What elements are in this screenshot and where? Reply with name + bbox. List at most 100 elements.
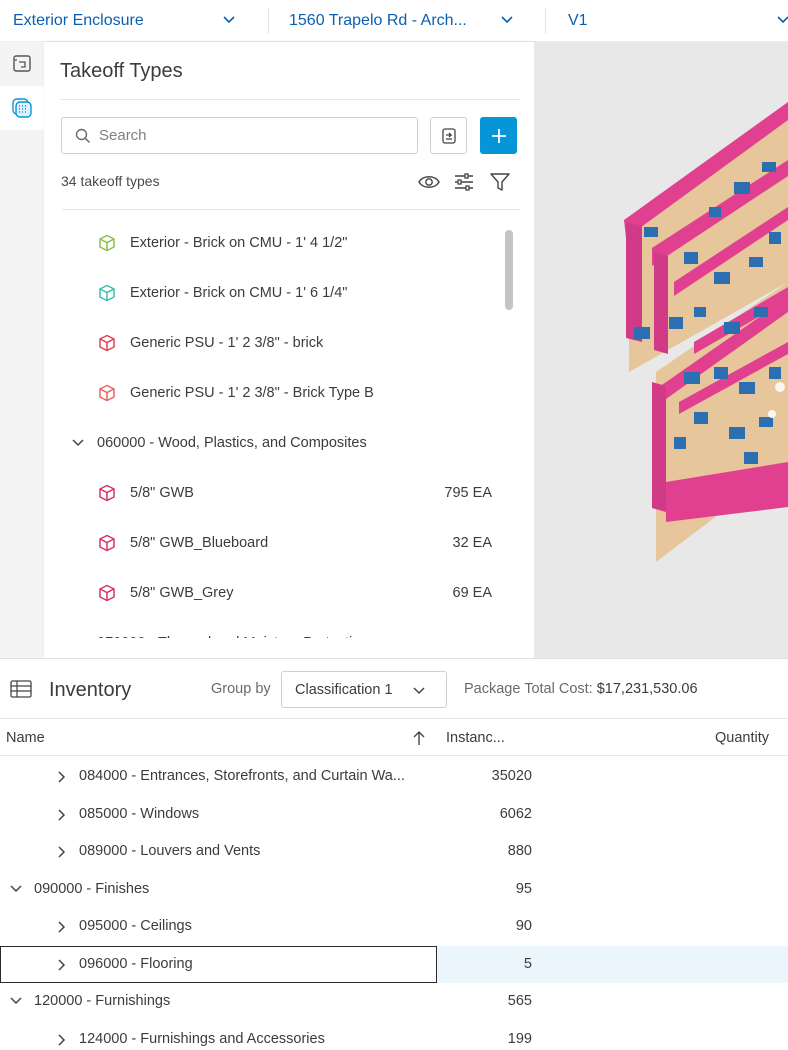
inventory-row-name: 090000 - Finishes — [34, 880, 150, 897]
takeoff-types-panel: Takeoff Types 34 takeoff types Exter — [44, 42, 534, 658]
cube-icon — [99, 384, 115, 402]
document-label: 1560 Trapelo Rd - Arch... — [289, 11, 467, 29]
chevron-right-icon[interactable] — [56, 958, 68, 972]
table-grid-icon — [10, 680, 32, 698]
takeoff-layers-icon — [12, 98, 32, 118]
takeoff-type-row[interactable]: Generic PSU - 1' 2 3/8" - brick — [44, 318, 504, 368]
document-dropdown[interactable]: 1560 Trapelo Rd - Arch... — [269, 0, 545, 42]
inventory-row[interactable]: 096000 - Flooring 5 — [0, 945, 788, 983]
inventory-row[interactable]: 095000 - Ceilings 90 — [0, 908, 788, 945]
takeoff-group-row[interactable]: 070000 - Thermal and Moisture Protection — [44, 618, 504, 638]
inventory-row-name: 095000 - Ceilings — [79, 918, 192, 934]
chevron-down-icon — [223, 15, 235, 23]
inventory-row[interactable]: 089000 - Louvers and Vents 880 — [0, 833, 788, 870]
takeoff-type-name: Exterior - Brick on CMU - 1' 6 1/4" — [130, 285, 348, 301]
cube-icon — [99, 284, 115, 302]
takeoff-type-row[interactable]: Exterior - Brick on CMU - 1' 6 1/4" — [44, 268, 504, 318]
inventory-row[interactable]: 084000 - Entrances, Storefronts, and Cur… — [0, 758, 788, 795]
cube-icon — [99, 584, 115, 602]
divider — [60, 99, 520, 100]
column-header-quantity[interactable]: Quantity — [715, 730, 769, 746]
left-rail — [0, 42, 44, 658]
inventory-row[interactable]: 120000 - Furnishings 565 — [0, 983, 788, 1020]
takeoff-type-row[interactable]: Exterior - Brick on CMU - 1' 4 1/2" — [44, 218, 504, 268]
chevron-right-icon[interactable] — [56, 808, 68, 822]
chevron-down-icon — [413, 687, 425, 695]
takeoff-type-quantity: 32 EA — [452, 535, 493, 551]
takeoff-type-name: 5/8" GWB — [130, 485, 194, 501]
takeoff-type-row[interactable]: 5/8" GWB_Blueboard 32 EA — [44, 518, 504, 568]
takeoff-types-button[interactable] — [0, 86, 44, 130]
takeoff-type-row[interactable]: Generic PSU - 1' 2 3/8" - Brick Type B — [44, 368, 504, 418]
takeoff-type-quantity: 795 EA — [444, 485, 492, 501]
model-set-label: Exterior Enclosure — [13, 11, 144, 29]
cube-icon — [99, 534, 115, 552]
inventory-row-instances: 90 — [515, 918, 532, 934]
takeoff-count: 34 takeoff types — [61, 173, 160, 189]
group-by-select[interactable]: Classification 1 — [281, 671, 447, 708]
inventory-row-instances: 95 — [515, 880, 532, 897]
package-total-value: $17,231,530.06 — [596, 681, 698, 697]
chevron-right-icon[interactable] — [56, 770, 68, 784]
inventory-row-name: 096000 - Flooring — [79, 955, 193, 972]
column-header-name[interactable]: Name — [6, 730, 45, 746]
inventory-row-name: 085000 - Windows — [79, 805, 200, 822]
import-icon — [441, 127, 456, 144]
search-box[interactable] — [61, 117, 418, 154]
sort-ascending-arrow-icon[interactable] — [412, 730, 426, 746]
takeoff-type-name: Generic PSU - 1' 2 3/8" - Brick Type B — [130, 385, 374, 401]
chevron-down-icon[interactable] — [9, 883, 23, 895]
model-viewer[interactable] — [534, 42, 788, 658]
inventory-row-instances: 880 — [507, 843, 532, 859]
takeoff-type-name: 060000 - Wood, Plastics, and Composites — [97, 435, 367, 451]
chevron-down-icon[interactable] — [72, 438, 84, 448]
package-total-label: Package Total Cost: — [464, 681, 593, 697]
inventory-row[interactable]: 090000 - Finishes 95 — [0, 871, 788, 908]
inventory-row-instances: 35020 — [491, 768, 532, 784]
sliders-settings-icon[interactable] — [452, 170, 476, 194]
inventory-row-name: 120000 - Furnishings — [34, 993, 171, 1009]
inventory-title: Inventory — [49, 679, 132, 701]
visibility-eye-icon[interactable] — [417, 170, 441, 194]
chevron-right-icon[interactable] — [56, 1033, 68, 1047]
takeoff-type-name: 5/8" GWB_Grey — [130, 585, 234, 601]
inventory-row-name: 089000 - Louvers and Vents — [79, 843, 261, 859]
chevron-right-icon[interactable] — [56, 845, 68, 859]
cube-icon — [99, 484, 115, 502]
chevron-right-icon[interactable] — [56, 920, 68, 934]
inventory-row[interactable]: 085000 - Windows 6062 — [0, 796, 788, 833]
group-by-value: Classification 1 — [295, 681, 393, 698]
model-set-dropdown[interactable]: Exterior Enclosure — [0, 0, 268, 42]
takeoff-group-row[interactable]: 060000 - Wood, Plastics, and Composites — [44, 418, 504, 468]
inventory-table-header: Name Instanc... Quantity — [0, 718, 788, 756]
chevron-down-icon[interactable] — [9, 995, 23, 1007]
inventory-row-name: 124000 - Furnishings and Accessories — [79, 1030, 325, 1047]
building-model-3d[interactable] — [534, 42, 788, 658]
divider — [62, 209, 520, 210]
sheet-icon — [13, 55, 31, 72]
takeoff-type-name: 070000 - Thermal and Moisture Protection — [97, 635, 368, 638]
sheets-button[interactable] — [0, 42, 44, 86]
add-takeoff-type-button[interactable] — [480, 117, 517, 154]
inventory-row-name: 084000 - Entrances, Storefronts, and Cur… — [79, 768, 405, 784]
takeoff-type-name: Generic PSU - 1' 2 3/8" - brick — [130, 335, 324, 351]
takeoff-type-row[interactable]: 5/8" GWB_Grey 69 EA — [44, 568, 504, 618]
import-button[interactable] — [430, 117, 467, 154]
column-header-instances[interactable]: Instanc... — [446, 730, 505, 746]
inventory-row-instances: 565 — [507, 993, 532, 1009]
inventory-row-instances: 6062 — [499, 805, 532, 822]
inventory-row[interactable]: 124000 - Furnishings and Accessories 199 — [0, 1021, 788, 1050]
inventory-header: Inventory Group by Classification 1 Pack… — [0, 658, 788, 718]
inventory-row-instances: 199 — [507, 1030, 532, 1047]
takeoff-type-row[interactable]: 5/8" GWB 795 EA — [44, 468, 504, 518]
list-scrollbar[interactable] — [505, 230, 513, 310]
filter-icon[interactable] — [488, 170, 512, 194]
search-icon — [75, 128, 91, 143]
cube-icon — [99, 234, 115, 252]
version-dropdown[interactable]: V1 — [546, 0, 788, 42]
panel-title: Takeoff Types — [60, 60, 183, 82]
search-input[interactable] — [99, 127, 399, 144]
inventory-row-instances: 5 — [523, 955, 532, 972]
takeoff-type-name: 5/8" GWB_Blueboard — [130, 535, 269, 551]
package-total-cost: Package Total Cost: $17,231,530.06 — [464, 681, 698, 697]
